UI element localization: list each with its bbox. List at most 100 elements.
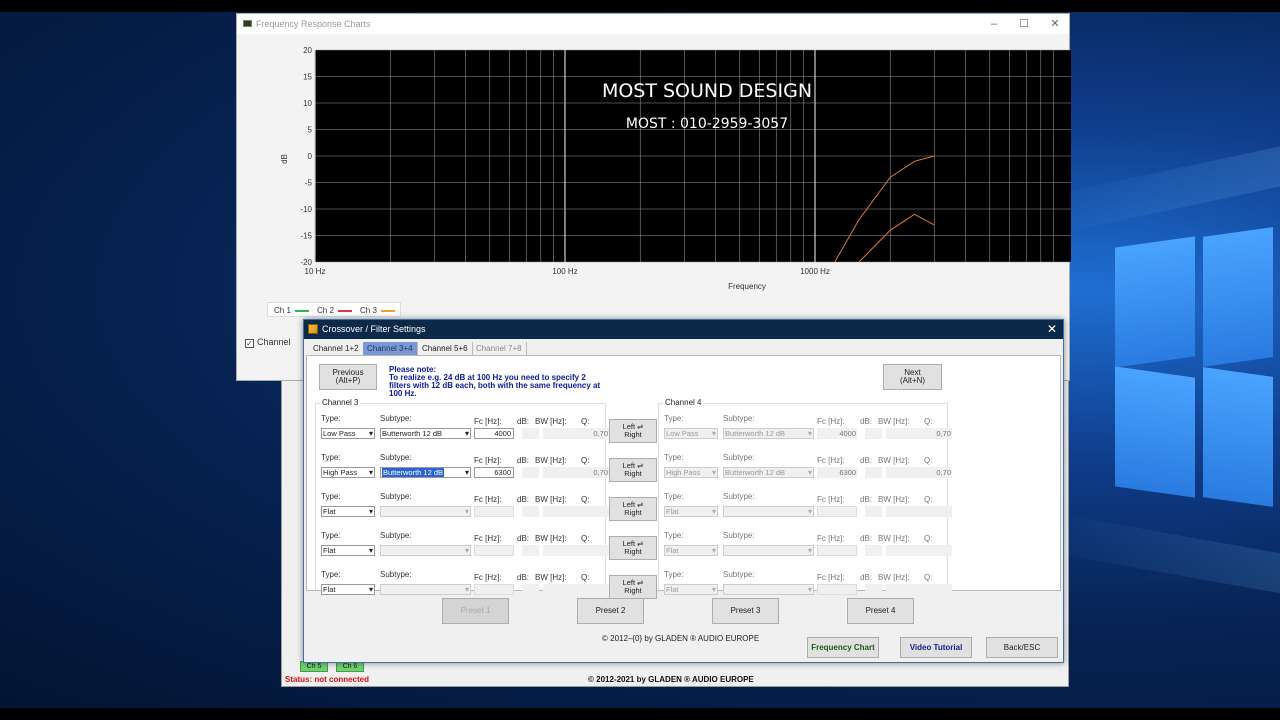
dialog-copyright: © 2012–{0} by GLADEN ® AUDIO EUROPE: [602, 634, 760, 643]
filter-subtype-select[interactable]: [723, 506, 814, 517]
preset-2-button[interactable]: Preset 2: [577, 598, 644, 624]
connection-status: Status: not connected: [285, 675, 370, 684]
left-right-swap-button[interactable]: Left ⇌ Right: [609, 497, 657, 521]
crossover-title: Crossover / Filter Settings: [322, 324, 426, 334]
filter-type-select[interactable]: Low Pass: [664, 428, 718, 439]
filter-subtype-select[interactable]: [380, 506, 471, 517]
fc-input: 6300: [817, 467, 857, 478]
filter-subtype-select[interactable]: [723, 584, 814, 595]
fc-label: Fc [Hz]:: [474, 456, 502, 465]
q-field: 0,70: [924, 428, 952, 439]
filter-subtype-value: Butterworth 12 dB: [725, 468, 786, 477]
subtype-label: Subtype:: [380, 492, 412, 501]
filter-type-select[interactable]: Flat: [321, 506, 375, 517]
q-label: Q:: [581, 495, 590, 504]
crossover-app-icon: [308, 324, 318, 334]
fc-input[interactable]: 4000: [474, 428, 514, 439]
q-field: [581, 545, 609, 556]
main-copyright: © 2012-2021 by GLADEN ® AUDIO EUROPE: [588, 675, 754, 684]
left-right-swap-button[interactable]: Left ⇌ Right: [609, 536, 657, 560]
freq-titlebar: Frequency Response Charts – ☐ ✕: [237, 14, 1069, 34]
q-field: 0,70: [581, 467, 609, 478]
close-icon[interactable]: ✕: [1047, 322, 1057, 336]
previous-button[interactable]: Previous (Alt+P): [319, 364, 377, 390]
bw-field: [886, 467, 924, 478]
filter-type-select[interactable]: Flat: [664, 506, 718, 517]
channel-4-label: Channel 4: [663, 398, 704, 407]
app-icon: [243, 20, 252, 27]
preset-1-button[interactable]: Preset 1: [442, 598, 509, 624]
db-label: dB:: [517, 417, 530, 426]
filter-subtype-select[interactable]: [723, 545, 814, 556]
q-label: Q:: [581, 417, 590, 426]
bw-field: [543, 545, 581, 556]
fc-input[interactable]: [474, 506, 514, 517]
minimize-icon[interactable]: –: [987, 17, 1001, 31]
fc-input: 4000: [817, 428, 857, 439]
fc-input[interactable]: [474, 545, 514, 556]
y-tick-label: -15: [300, 232, 312, 241]
filter-subtype-select[interactable]: [380, 545, 471, 556]
type-label: Type:: [664, 414, 684, 423]
filter-type-select[interactable]: Flat: [321, 584, 375, 595]
back-button[interactable]: Back/ESC: [986, 637, 1058, 658]
x-tick-label: 100 Hz: [552, 267, 577, 276]
filter-subtype-select[interactable]: Butterworth 12 dB: [723, 428, 814, 439]
left-right-swap-button[interactable]: Left ⇌ Right: [609, 419, 657, 443]
filter-subtype-select[interactable]: Butterworth 12 dB: [380, 467, 471, 478]
y-axis-label: dB: [280, 154, 289, 164]
windows-logo-icon: [1075, 202, 1273, 562]
legend-label-ch2: Ch 2: [317, 306, 334, 315]
filter-type-select[interactable]: Flat: [664, 584, 718, 595]
q-field: [924, 584, 952, 595]
filter-subtype-select[interactable]: Butterworth 12 dB: [723, 467, 814, 478]
q-label: Q:: [581, 456, 590, 465]
bw-label: BW [Hz]:: [535, 534, 567, 543]
db-field: [865, 506, 882, 517]
tab-channel-5-6[interactable]: Channel 5+6: [418, 342, 473, 355]
letterbox-top: [0, 0, 1280, 12]
next-button[interactable]: Next (Alt+N): [883, 364, 942, 390]
chart-legend: Ch 1 Ch 2 Ch 3: [267, 302, 401, 317]
note-body: To realize e.g. 24 dB at 100 Hz you need…: [389, 373, 601, 398]
preset-4-button[interactable]: Preset 4: [847, 598, 914, 624]
legend-line-ch2: [338, 310, 352, 312]
db-label: dB:: [860, 417, 873, 426]
left-right-swap-button[interactable]: Left ⇌ Right: [609, 458, 657, 482]
type-label: Type:: [664, 531, 684, 540]
filter-type-select[interactable]: Flat: [321, 545, 375, 556]
fc-input[interactable]: 6300: [474, 467, 514, 478]
db-field: [522, 584, 539, 595]
filter-type-select[interactable]: High Pass: [321, 467, 375, 478]
x-tick-label: 10 Hz: [305, 267, 326, 276]
checkbox-icon[interactable]: ✓: [245, 339, 254, 348]
tab-channel-1-2[interactable]: Channel 1+2: [309, 342, 364, 355]
filter-subtype-select[interactable]: [380, 584, 471, 595]
tab-channel-7-8[interactable]: Channel 7+8: [472, 342, 527, 355]
tab-channel-3-4[interactable]: Channel 3+4: [363, 342, 418, 355]
close-icon[interactable]: ✕: [1048, 17, 1062, 31]
video-tutorial-button[interactable]: Video Tutorial: [900, 637, 972, 658]
filter-type-select[interactable]: Flat: [664, 545, 718, 556]
preset-3-button[interactable]: Preset 3: [712, 598, 779, 624]
filter-type-select[interactable]: Low Pass: [321, 428, 375, 439]
y-tick-label: 5: [308, 126, 313, 135]
bw-field: [886, 545, 924, 556]
filter-type-select[interactable]: High Pass: [664, 467, 718, 478]
channel-checkbox[interactable]: ✓ Channel: [245, 337, 291, 348]
db-field: [522, 506, 539, 517]
subtype-label: Subtype:: [723, 531, 755, 540]
y-tick-label: 15: [303, 73, 312, 82]
left-right-swap-button[interactable]: Left ⇌ Right: [609, 575, 657, 599]
maximize-icon[interactable]: ☐: [1017, 17, 1031, 31]
db-field: [865, 428, 882, 439]
overlay-contact: MOST : 010-2959-3057: [626, 116, 788, 132]
type-label: Type:: [664, 453, 684, 462]
frequency-chart-button[interactable]: Frequency Chart: [807, 637, 879, 658]
filter-subtype-select[interactable]: Butterworth 12 dB: [380, 428, 471, 439]
subtype-label: Subtype:: [723, 414, 755, 423]
bw-label: BW [Hz]:: [878, 534, 910, 543]
q-label: Q:: [924, 456, 933, 465]
bw-field: [886, 506, 924, 517]
fc-input[interactable]: [474, 584, 514, 595]
